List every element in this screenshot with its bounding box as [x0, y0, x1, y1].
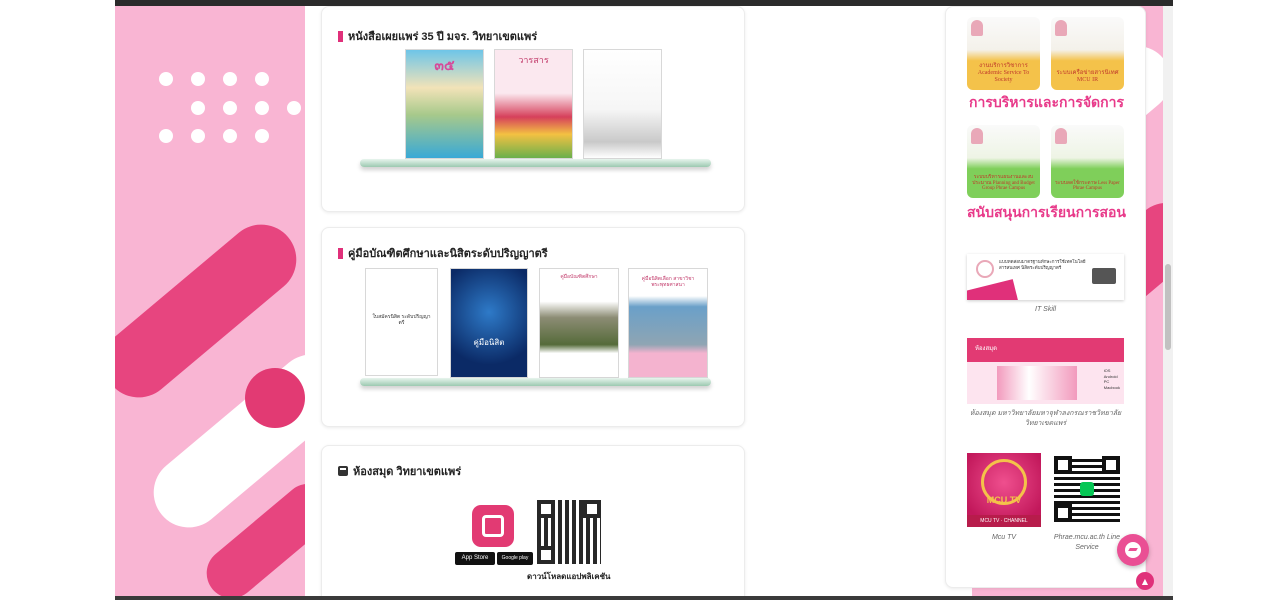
app-store-badge[interactable]: App Store	[455, 552, 495, 565]
app-store-label: App Store	[461, 555, 489, 561]
book-cover-2[interactable]: วารสาร	[494, 49, 573, 159]
mcutv-tile[interactable]: MCU TV MCU TV · CHANNEL	[967, 453, 1041, 527]
planning-budget-label: ระบบบริหารแผนงานและงบประมาณ Planning and…	[972, 174, 1035, 192]
title-marker	[338, 247, 343, 259]
manual-cover-4-text: คู่มือนิสิตเลือก สาขาวิชาพระพุทธศาสนา	[641, 276, 695, 288]
chevron-up-icon: ▲	[1141, 576, 1149, 586]
back-to-top-button[interactable]: ▲	[1136, 572, 1154, 590]
manual-cover-1[interactable]: ใบสมัครนิสิต ระดับปริญญาตรี	[365, 268, 438, 376]
decor-dot	[255, 72, 269, 86]
messenger-chat-button[interactable]	[1117, 534, 1149, 566]
manual-cover-2-text: คู่มือนิสิต	[473, 338, 505, 347]
it-skill-caption: IT Skill	[1035, 306, 1056, 313]
manual-cover-2[interactable]: คู่มือนิสิต	[450, 268, 528, 378]
app-logo-icon	[482, 515, 504, 537]
bookshelf	[360, 159, 711, 167]
mcutv-channel-label: MCU TV · CHANNEL	[967, 515, 1041, 527]
decor-dot	[159, 129, 173, 143]
bookshelf	[360, 378, 711, 386]
less-paper-tile[interactable]: ระบบลดใช้กระดาษ Less Paper Phrae Campus	[1051, 125, 1124, 198]
graduate-manual-title-text: คู่มือบัณฑิตศึกษาและนิสิตระดับปริญญาตรี	[348, 248, 548, 260]
title-marker	[338, 30, 343, 42]
library-title: ห้องสมุด วิทยาเขตแพร่	[338, 462, 461, 480]
decor-dot	[223, 101, 237, 115]
library-app-icon[interactable]	[472, 505, 514, 547]
laptop-icon	[1092, 268, 1116, 284]
decor-dot	[223, 72, 237, 86]
publications-title: หนังสือเผยแพร่ 35 ปี มจร. วิทยาเขตแพร่	[338, 27, 537, 45]
publications-card: หนังสือเผยแพร่ 35 ปี มจร. วิทยาเขตแพร่ ๓…	[321, 6, 745, 212]
google-play-label: Google play	[501, 555, 529, 561]
decor-dot	[191, 72, 205, 86]
platform-list: iOS Android PC Macbook	[1104, 368, 1120, 390]
book-icon	[338, 466, 348, 476]
mcu-ir-tile[interactable]: ระบบเครือข่ายสารนิเทศ MCU IR	[1051, 17, 1124, 90]
planning-budget-tile[interactable]: ระบบบริหารแผนงานและงบประมาณ Planning and…	[967, 125, 1040, 198]
library-banner-header-text: ห้องสมุด	[975, 346, 998, 352]
decor-dot	[159, 72, 173, 86]
download-app-label: ดาวน์โหลดแอปพลิเคชัน	[527, 572, 611, 581]
library-banner[interactable]: ห้องสมุด iOS Android PC Macbook	[967, 338, 1124, 404]
graduate-manual-card: คู่มือบัณฑิตศึกษาและนิสิตระดับปริญญาตรี …	[321, 227, 745, 427]
main-content: หนังสือเผยแพร่ 35 ปี มจร. วิทยาเขตแพร่ ๓…	[305, 6, 1146, 598]
academic-service-label: งานบริการวิชาการ Academic Service To Soc…	[977, 63, 1030, 84]
messenger-icon	[1125, 542, 1141, 558]
mcutv-caption: Mcu TV	[991, 534, 1017, 541]
manual-cover-3[interactable]: คู่มือบัณฑิตศึกษา	[539, 268, 619, 378]
book-cover-1[interactable]: ๓๕	[405, 49, 484, 159]
decor-circle	[245, 368, 305, 428]
it-skill-banner[interactable]: แบบทดสอบมาตรฐานทักษะการใช้เทคโนโลยีสารสน…	[967, 254, 1124, 300]
scrollbar-thumb[interactable]	[1165, 264, 1171, 350]
sidebar: งานบริการวิชาการ Academic Service To Soc…	[945, 6, 1146, 588]
decor-dot	[223, 129, 237, 143]
decor-dot	[255, 101, 269, 115]
manual-cover-4[interactable]: คู่มือนิสิตเลือก สาขาวิชาพระพุทธศาสนา	[628, 268, 708, 378]
management-heading: การบริหารและการจัดการ	[968, 96, 1124, 111]
university-seal-icon	[976, 260, 994, 278]
book-cover-2-text: วารสาร	[518, 55, 549, 65]
it-skill-title: แบบทดสอบมาตรฐานทักษะการใช้เทคโนโลยีสารสน…	[999, 259, 1086, 270]
graduate-manual-title: คู่มือบัณฑิตศึกษาและนิสิตระดับปริญญาตรี	[338, 244, 548, 262]
platform-item: Macbook	[1103, 384, 1120, 390]
less-paper-label: ระบบลดใช้กระดาษ Less Paper Phrae Campus	[1055, 180, 1120, 192]
university-seal-icon	[1055, 128, 1067, 144]
university-seal-icon	[971, 128, 983, 144]
university-seal-icon	[1055, 20, 1067, 36]
mcutv-logo-text: MCU TV	[986, 495, 1022, 505]
manual-cover-3-text: คู่มือบัณฑิตศึกษา	[560, 274, 598, 280]
library-card: ห้องสมุด วิทยาเขตแพร่ App Store Google p…	[321, 445, 745, 598]
decor-dot	[287, 101, 301, 115]
library-banner-header: ห้องสมุด	[967, 338, 1124, 362]
library-banner-caption: ห้องสมุด มหาวิทยาลัยมหาจุฬาลงกรณราชวิทยา…	[969, 410, 1122, 427]
university-seal-icon	[971, 20, 983, 36]
library-title-text: ห้องสมุด วิทยาเขตแพร่	[353, 466, 462, 478]
publications-title-text: หนังสือเผยแพร่ 35 ปี มจร. วิทยาเขตแพร่	[348, 31, 538, 43]
page-scrollbar[interactable]	[1163, 6, 1173, 596]
decor-dot	[191, 129, 205, 143]
decor-dot	[191, 101, 205, 115]
book-cover-1-text: ๓๕	[434, 57, 455, 73]
line-caption: Phrae.mcu.ac.th Line Service	[1053, 534, 1121, 551]
decor-dot	[255, 129, 269, 143]
library-qr-code[interactable]	[537, 500, 601, 564]
it-skill-accent	[967, 279, 1020, 300]
mcu-ir-label: ระบบเครือข่ายสารนิเทศ MCU IR	[1056, 70, 1119, 84]
page-background: หนังสือเผยแพร่ 35 ปี มจร. วิทยาเขตแพร่ ๓…	[115, 6, 1173, 598]
line-qr-code[interactable]	[1054, 456, 1120, 522]
book-cover-3[interactable]	[583, 49, 662, 159]
manual-cover-1-text: ใบสมัครนิสิต ระดับปริญญาตรี	[372, 314, 431, 326]
google-play-badge[interactable]: Google play	[497, 552, 533, 565]
browser-status-bar	[115, 596, 1173, 600]
academic-service-tile[interactable]: งานบริการวิชาการ Academic Service To Soc…	[967, 17, 1040, 90]
learning-support-heading: สนับสนุนการเรียนการสอน	[966, 206, 1126, 221]
devices-illustration	[997, 366, 1077, 400]
browser-frame: หนังสือเผยแพร่ 35 ปี มจร. วิทยาเขตแพร่ ๓…	[0, 0, 1288, 600]
line-icon	[1080, 482, 1094, 496]
